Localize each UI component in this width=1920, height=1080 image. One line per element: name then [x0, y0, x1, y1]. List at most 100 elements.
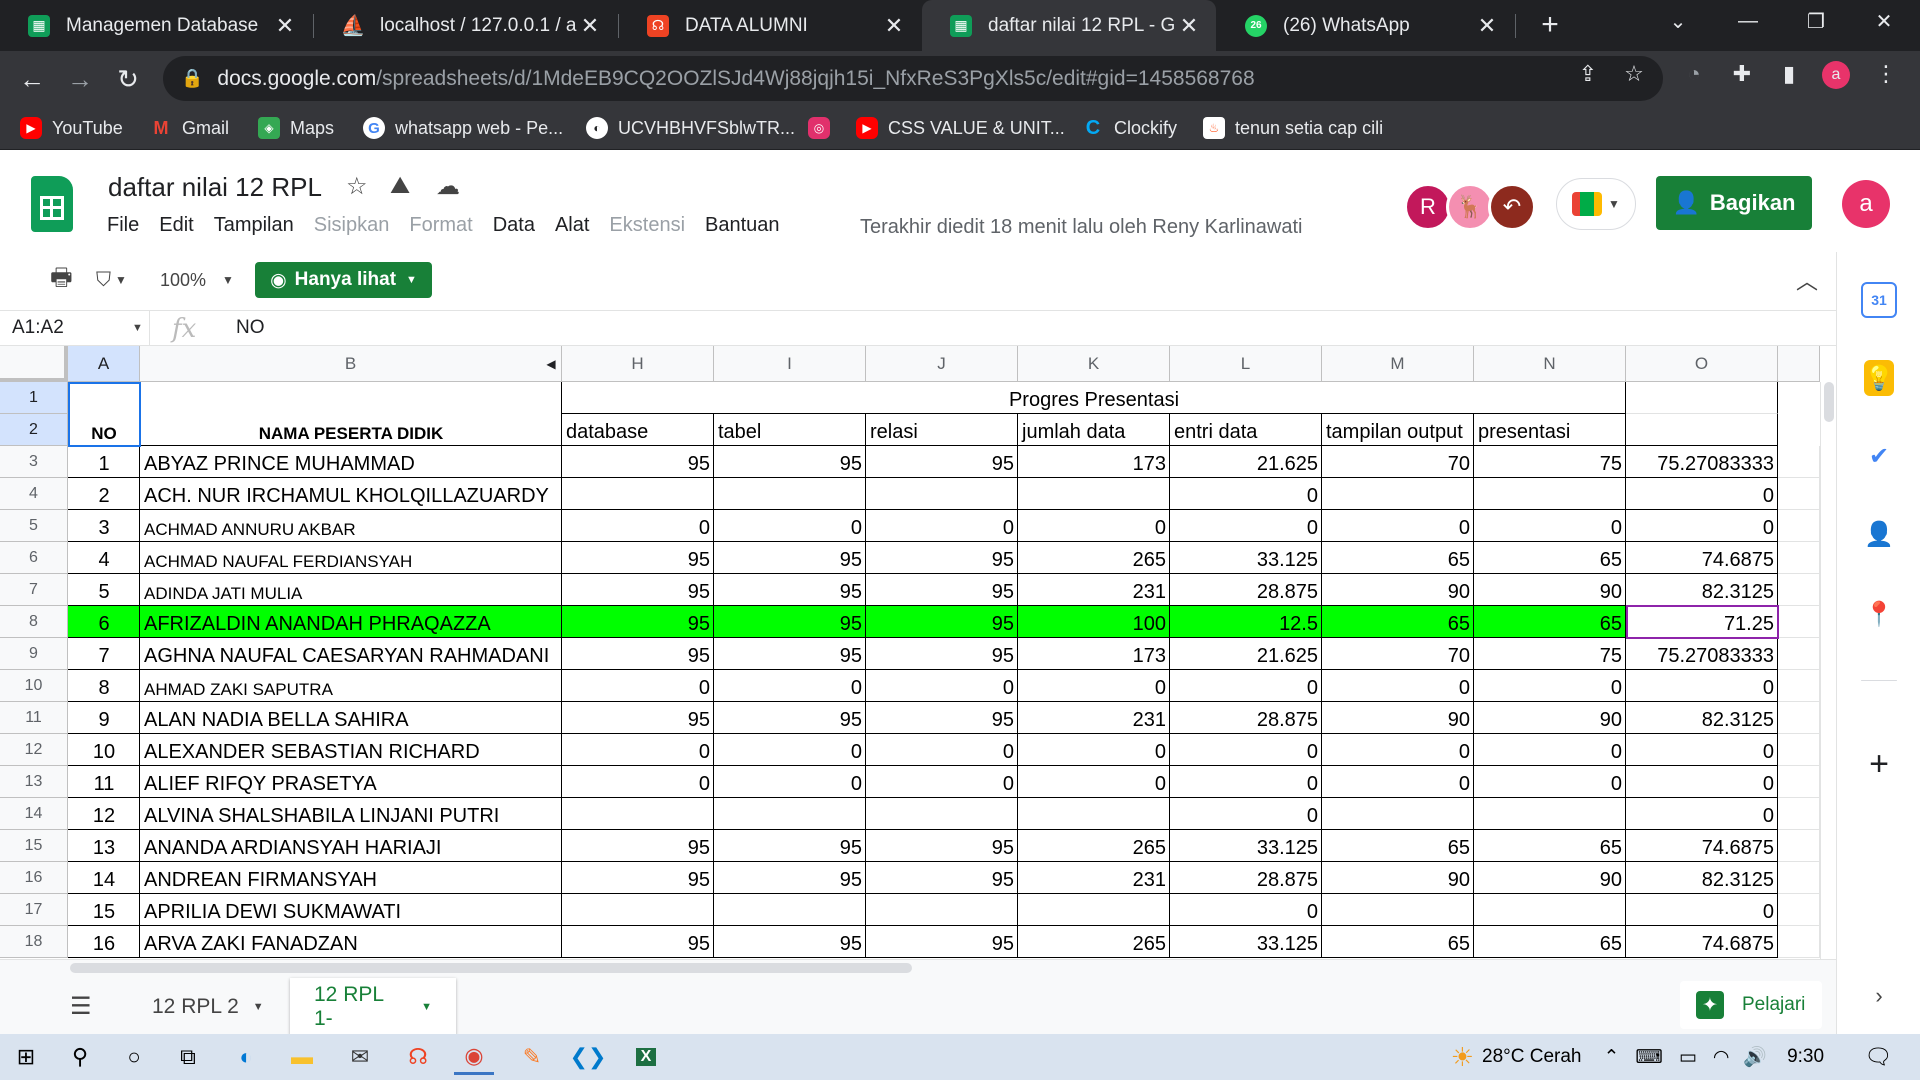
cell-value[interactable] [1018, 894, 1170, 926]
cell-score[interactable]: 0 [1626, 510, 1778, 542]
cell-no[interactable]: 7 [68, 638, 140, 670]
cell-score[interactable]: 82.3125 [1626, 862, 1778, 894]
cell-score[interactable]: 82.3125 [1626, 702, 1778, 734]
close-icon[interactable]: ✕ [881, 13, 907, 39]
mail-icon[interactable]: ✉ [340, 1039, 380, 1075]
cell-value[interactable]: 265 [1018, 830, 1170, 862]
file-explorer-icon[interactable]: ▬ [282, 1039, 322, 1075]
cell[interactable] [1778, 862, 1820, 894]
cell-value[interactable]: 90 [1474, 574, 1626, 606]
cell[interactable] [1778, 798, 1820, 830]
cell-value[interactable]: 95 [866, 862, 1018, 894]
cell-name[interactable]: ADINDA JATI MULIA [140, 574, 562, 606]
edge-icon[interactable]: ◐ [226, 1039, 266, 1075]
cell-value[interactable]: 65 [1474, 606, 1626, 638]
select-all-corner[interactable] [0, 346, 68, 382]
cell[interactable] [1778, 478, 1820, 510]
cell-value[interactable]: 95 [714, 606, 866, 638]
cell-value[interactable]: 95 [714, 638, 866, 670]
subheader-entri-data[interactable]: entri data [1170, 414, 1322, 446]
cell-value[interactable] [866, 894, 1018, 926]
xampp-icon[interactable]: ✎ [512, 1039, 552, 1075]
search-icon[interactable]: ⚲ [60, 1039, 100, 1075]
column-header[interactable]: L [1170, 346, 1322, 382]
row-header[interactable]: 17 [0, 894, 68, 926]
cell-name[interactable]: APRILIA DEWI SUKMAWATI [140, 894, 562, 926]
cell-value[interactable]: 95 [562, 446, 714, 478]
cell-value[interactable] [562, 798, 714, 830]
tasks-icon[interactable]: ✔ [1861, 438, 1897, 474]
cell-value[interactable]: 95 [562, 574, 714, 606]
cell-name[interactable]: ANDREAN FIRMANSYAH [140, 862, 562, 894]
browser-tab-2[interactable]: ⛵ localhost / 127.0.0.1 / alur ✕ [314, 0, 617, 51]
subheader-tampilan-output[interactable]: tampilan output [1322, 414, 1474, 446]
cell-value[interactable]: 90 [1474, 702, 1626, 734]
cell-name[interactable]: ABYAZ PRINCE MUHAMMAD [140, 446, 562, 478]
cell-value[interactable]: 0 [1018, 670, 1170, 702]
cell-value[interactable]: 95 [714, 574, 866, 606]
cell-value[interactable]: 265 [1018, 542, 1170, 574]
cell-value[interactable]: 0 [562, 766, 714, 798]
cell-name[interactable]: ACHMAD NAUFAL FERDIANSYAH [140, 542, 562, 574]
bookmark-gmail[interactable]: M Gmail [150, 106, 230, 150]
cell-no[interactable]: 9 [68, 702, 140, 734]
share-page-icon[interactable]: ⇪ [1572, 59, 1604, 89]
cell-name[interactable]: ALAN NADIA BELLA SAHIRA [140, 702, 562, 734]
cell-value[interactable]: 100 [1018, 606, 1170, 638]
row-header[interactable]: 8 [0, 606, 68, 638]
close-icon[interactable]: ✕ [577, 13, 603, 39]
cell-value[interactable]: 21.625 [1170, 638, 1322, 670]
cell[interactable] [1778, 606, 1820, 638]
cell-no[interactable]: 4 [68, 542, 140, 574]
cell[interactable] [1626, 414, 1778, 446]
menu-file[interactable]: File [100, 214, 146, 244]
browser-tab-1[interactable]: ▦ Managemen Database ✕ [0, 0, 312, 51]
bookmark-youtube[interactable]: ▶ YouTube [20, 106, 123, 150]
cell[interactable] [1778, 734, 1820, 766]
cell[interactable] [1778, 670, 1820, 702]
back-arrow-icon[interactable]: ← [12, 59, 52, 99]
windows-start-icon[interactable]: ⊞ [6, 1039, 46, 1075]
cell-no[interactable]: 5 [68, 574, 140, 606]
cell-value[interactable]: 173 [1018, 638, 1170, 670]
row-header[interactable]: 18 [0, 926, 68, 958]
cell-score[interactable]: 0 [1626, 734, 1778, 766]
cell-value[interactable]: 28.875 [1170, 574, 1322, 606]
row-header[interactable]: 15 [0, 830, 68, 862]
sheet-tab-12-rpl-1[interactable]: 12 RPL 1- ▼ [290, 978, 456, 1035]
cell-no[interactable]: 11 [68, 766, 140, 798]
column-header[interactable]: K [1018, 346, 1170, 382]
cell-value[interactable]: 0 [1322, 670, 1474, 702]
menu-format[interactable]: Format [402, 214, 479, 244]
cell[interactable] [1778, 638, 1820, 670]
cell-value[interactable]: 0 [1170, 734, 1322, 766]
cell-value[interactable] [1474, 798, 1626, 830]
column-header[interactable]: M [1322, 346, 1474, 382]
column-header-blank[interactable] [1778, 346, 1820, 382]
wifi-icon[interactable]: ◠ [1713, 1046, 1730, 1069]
cell-no[interactable]: 10 [68, 734, 140, 766]
row-header[interactable]: 16 [0, 862, 68, 894]
cell-value[interactable]: 95 [866, 638, 1018, 670]
cell-value[interactable]: 95 [562, 638, 714, 670]
cell-value[interactable]: 65 [1474, 926, 1626, 958]
cell-value[interactable]: 95 [714, 926, 866, 958]
column-header[interactable]: B [140, 346, 562, 382]
cell-value[interactable]: 95 [866, 830, 1018, 862]
cell-name[interactable]: AHMAD ZAKI SAPUTRA [140, 670, 562, 702]
cell-score[interactable]: 0 [1626, 670, 1778, 702]
cell-name[interactable]: AGHNA NAUFAL CAESARYAN RAHMADANI [140, 638, 562, 670]
cell-value[interactable]: 0 [1322, 766, 1474, 798]
vscode-icon[interactable]: ❮❯ [568, 1039, 608, 1075]
cell-score[interactable]: 75.27083333 [1626, 446, 1778, 478]
cell-value[interactable] [1322, 894, 1474, 926]
cell-score[interactable]: 71.25 [1626, 606, 1778, 638]
bookmark-clockify[interactable]: C Clockify [1082, 106, 1177, 150]
menu-help[interactable]: Bantuan [698, 214, 787, 244]
cell-value[interactable]: 95 [714, 446, 866, 478]
cell-score[interactable]: 0 [1626, 798, 1778, 830]
menu-extensions[interactable]: Ekstensi [602, 214, 692, 244]
cell-value[interactable] [714, 798, 866, 830]
menu-data[interactable]: Data [486, 214, 542, 244]
cell-value[interactable]: 28.875 [1170, 862, 1322, 894]
